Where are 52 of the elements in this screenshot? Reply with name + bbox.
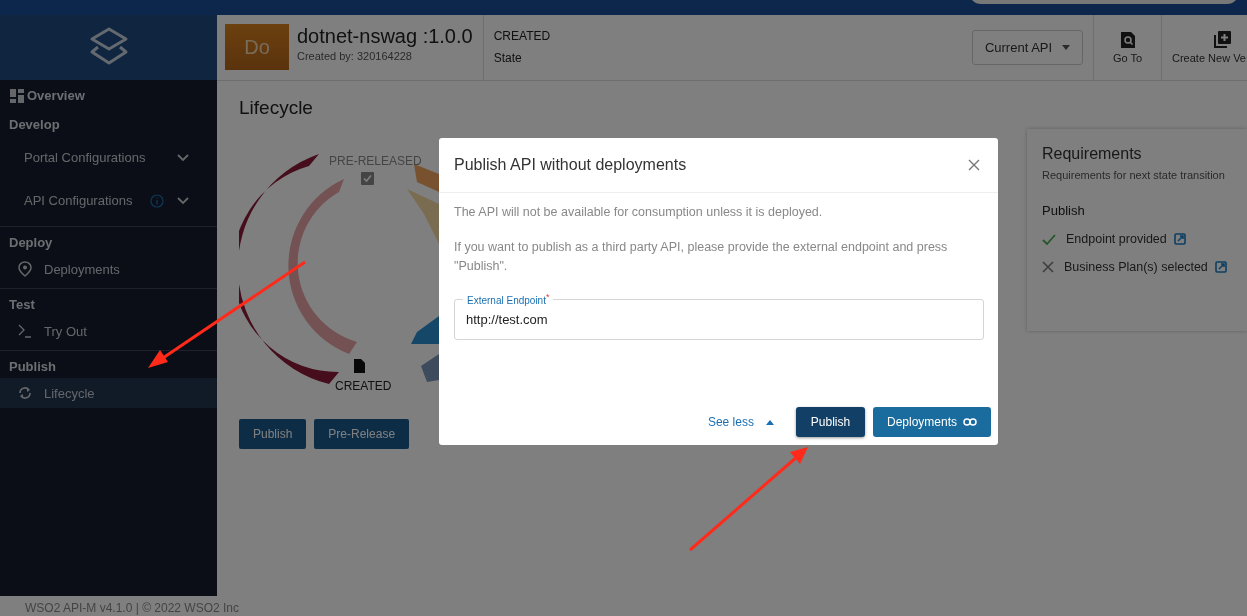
publish-button[interactable]: Publish xyxy=(795,407,865,437)
document-icon xyxy=(354,359,365,373)
field-label: External Endpoint$^{*}$ xyxy=(463,292,554,307)
section-title: Test xyxy=(8,296,36,314)
section-title: Deploy xyxy=(8,234,54,252)
add-copy-icon xyxy=(1214,31,1231,48)
requirement-group: Publish xyxy=(1042,203,1247,218)
state-value: CREATED xyxy=(493,29,551,43)
chevron-down-icon xyxy=(177,153,189,162)
page-title: Lifecycle xyxy=(239,97,314,119)
caret-up-icon xyxy=(765,419,774,425)
location-pin-icon xyxy=(18,261,32,277)
nav-item[interactable]: Portal Configurations xyxy=(0,136,217,179)
overview-link[interactable]: Overview xyxy=(27,88,85,103)
section-title: Develop xyxy=(8,116,61,134)
lifecycle-button[interactable]: Publish xyxy=(239,419,307,449)
panel-subtitle: Requirements for next state transition xyxy=(1042,169,1226,181)
state-name: PRE-RELEASED xyxy=(329,154,422,168)
refresh-icon xyxy=(18,386,32,400)
external-link-icon[interactable] xyxy=(1214,261,1227,273)
grid-icon xyxy=(10,88,24,103)
dialog-title: Publish API without deployments xyxy=(454,156,687,174)
nav-item[interactable]: Deployments xyxy=(0,254,217,284)
chevron-down-icon xyxy=(177,196,189,205)
external-link-icon[interactable] xyxy=(1173,233,1186,245)
panel-title: Requirements xyxy=(1042,145,1143,163)
search-document-icon xyxy=(1120,31,1135,48)
link-icon xyxy=(963,418,977,426)
deployments-button[interactable]: Deployments xyxy=(872,407,991,437)
nav-item[interactable]: Lifecycle xyxy=(0,378,217,408)
lifecycle-button[interactable]: Pre-Release xyxy=(314,419,410,449)
api-avatar: Do xyxy=(225,24,289,70)
section-title: Publish xyxy=(8,358,57,376)
footer-text: WSO2 API-M v4.1.0 | © 2022 WSO2 Inc xyxy=(25,600,240,616)
dialog-message: The API will not be available for consumption unless it is deployed. xyxy=(454,204,824,221)
terminal-icon xyxy=(18,324,32,338)
version-dropdown[interactable]: Current API xyxy=(972,30,1083,65)
see-less-button[interactable]: See less xyxy=(701,414,780,430)
state-name: CREATED xyxy=(335,379,392,393)
info-icon xyxy=(150,193,165,208)
created-by: Created by: 320164228 xyxy=(297,50,413,62)
nav-item[interactable]: API Configurations xyxy=(0,179,217,222)
api-name: dotnet-nswag :1.0.0 xyxy=(297,25,473,48)
close-icon[interactable] xyxy=(968,159,980,171)
clipboard-check-icon xyxy=(361,171,374,185)
create-version-button[interactable]: Create New Ve xyxy=(1161,15,1247,80)
requirement-label: Business Plan(s) selected xyxy=(1064,260,1208,274)
caret-icon xyxy=(1062,45,1071,50)
requirement-label: Endpoint provided xyxy=(1066,232,1167,246)
dialog-hint: If you want to publish as a third party API, please provide the external endpoint and press "Publish". xyxy=(454,239,949,275)
nav-item[interactable]: Try Out xyxy=(0,316,217,346)
state-label: State xyxy=(493,51,523,65)
